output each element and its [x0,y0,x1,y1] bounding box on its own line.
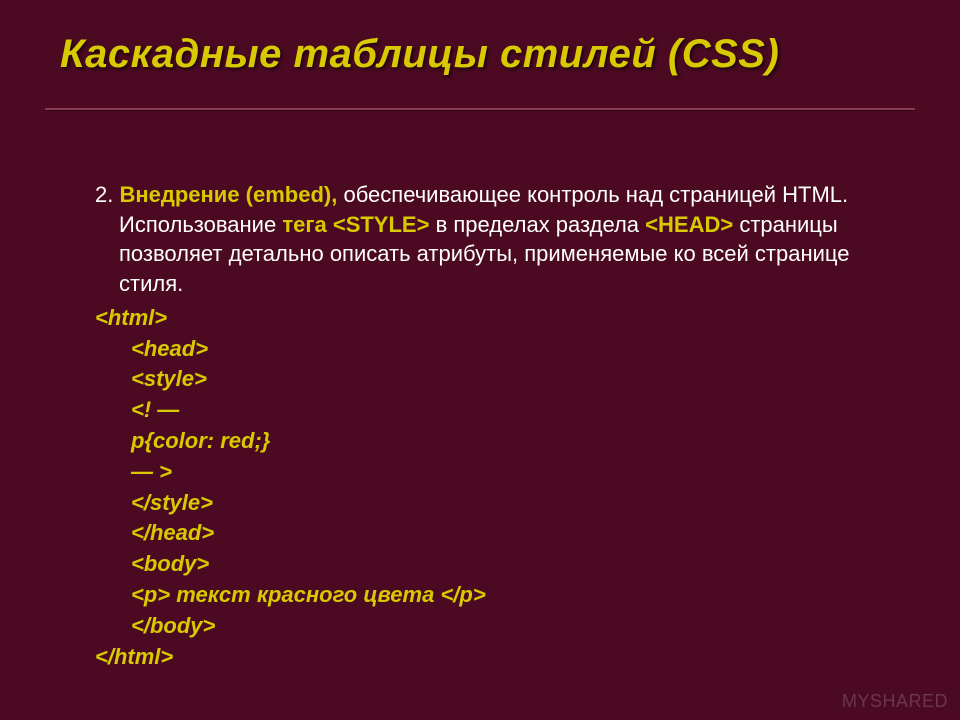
code-line: </style> [95,488,890,519]
code-line: </head> [95,518,890,549]
code-tag-p-close: </p> [434,582,485,607]
keyword-embed: Внедрение (embed), [119,182,337,207]
slide: Каскадные таблицы стилей (CSS) 2. Внедре… [0,0,960,720]
code-line: </body> [95,611,890,642]
code-line: <style> [95,364,890,395]
code-line: <html> [95,303,890,334]
paragraph-embed: 2. Внедрение (embed), обеспечивающее кон… [65,180,890,299]
code-line: p{color: red;} [95,426,890,457]
slide-title: Каскадные таблицы стилей (CSS) [60,32,920,77]
slide-body: 2. Внедрение (embed), обеспечивающее кон… [65,180,890,672]
watermark: MYSHARED [842,691,948,712]
para-text-2: в пределах раздела [429,212,645,237]
code-line: <head> [95,334,890,365]
code-tag-p-open: <p> [131,582,176,607]
code-line: <p> текст красного цвета </p> [95,580,890,611]
code-line: <! — [95,395,890,426]
list-number: 2. [95,182,119,207]
title-divider [45,108,915,111]
code-line: — > [95,457,890,488]
keyword-head-tag: <HEAD> [645,212,733,237]
code-line: <body> [95,549,890,580]
code-red-text: текст красного цвета [176,582,434,607]
code-line: </html> [95,642,890,673]
keyword-style-tag: тега <STYLE> [282,212,429,237]
code-block: <html> <head> <style> <! — p{color: red;… [65,303,890,673]
